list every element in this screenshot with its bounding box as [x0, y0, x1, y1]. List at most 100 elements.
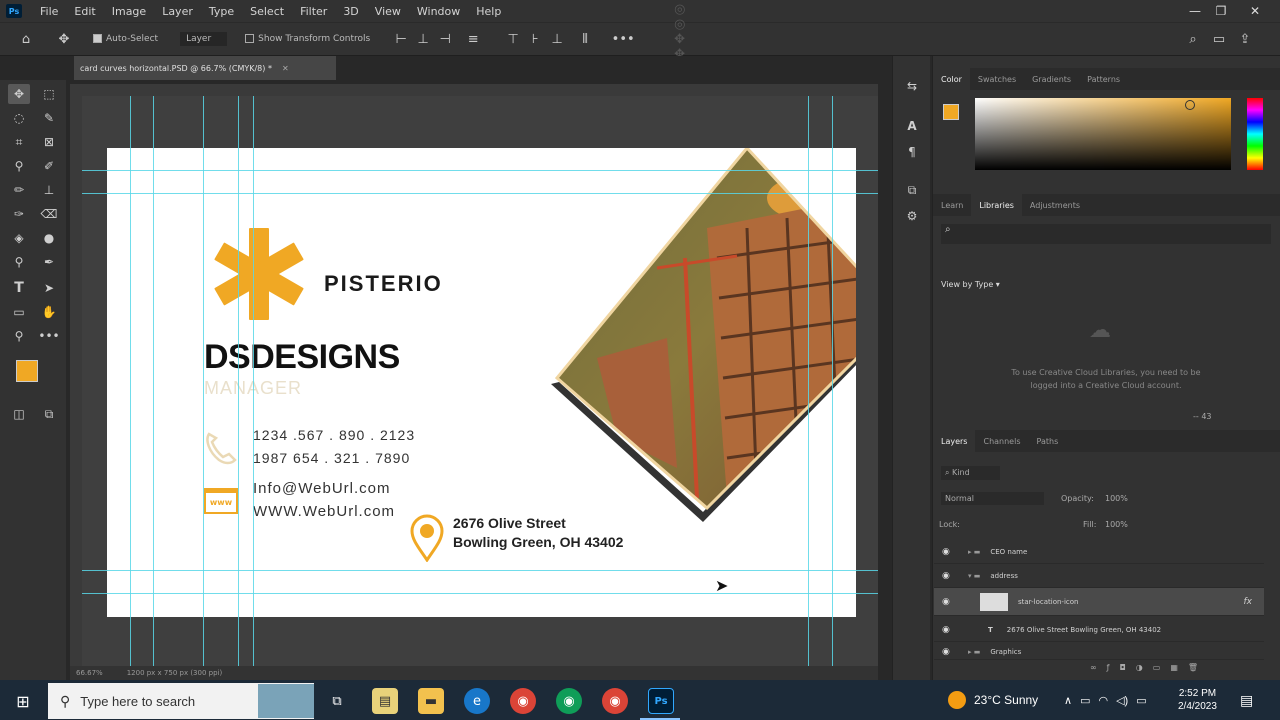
- menu-3d[interactable]: 3D: [335, 5, 366, 18]
- history-brush-icon[interactable]: ✑: [8, 204, 30, 224]
- history-panel-icon[interactable]: ⇆: [901, 76, 923, 96]
- document-tab[interactable]: card curves horizontal.PSD @ 66.7% (CMYK…: [74, 56, 336, 80]
- align-center-icon[interactable]: ⊥: [412, 28, 434, 50]
- library-search-input[interactable]: ⌕: [941, 224, 1271, 244]
- menu-layer[interactable]: Layer: [154, 5, 201, 18]
- close-tab-icon[interactable]: ✕: [282, 64, 289, 73]
- menu-edit[interactable]: Edit: [66, 5, 103, 18]
- home-icon[interactable]: ⌂: [15, 28, 37, 50]
- tab-swatches[interactable]: Swatches: [970, 68, 1024, 90]
- store-icon[interactable]: ▤: [372, 688, 398, 714]
- align-middle-icon[interactable]: ⊦: [524, 28, 546, 50]
- hand-tool-icon[interactable]: ✋: [38, 302, 60, 322]
- weather-widget[interactable]: 23°C Sunny: [948, 680, 1038, 720]
- more-tools-icon[interactable]: •••: [38, 326, 60, 346]
- layer-row[interactable]: ◉ ▾ ▬ address: [934, 564, 1264, 588]
- business-card-canvas[interactable]: PISTERIO DSDESIGNS MANAGER 1234 .567 . 8…: [107, 148, 856, 617]
- network-icon[interactable]: ▭: [1080, 694, 1090, 707]
- visibility-eye-icon[interactable]: ◉: [942, 597, 950, 607]
- photoshop-taskbar-icon[interactable]: Ps: [648, 688, 674, 714]
- quick-mask-icon[interactable]: ◫: [8, 404, 30, 424]
- align-bottom-icon[interactable]: ⊥: [546, 28, 568, 50]
- brush-tool-icon[interactable]: ✏: [8, 180, 30, 200]
- align-right-icon[interactable]: ⊣: [434, 28, 456, 50]
- windows-start-icon[interactable]: ⊞: [10, 688, 36, 714]
- menu-window[interactable]: Window: [409, 5, 468, 18]
- visibility-eye-icon[interactable]: ◉: [942, 547, 950, 557]
- align-top-icon[interactable]: ⊤: [502, 28, 524, 50]
- menu-type[interactable]: Type: [201, 5, 242, 18]
- restore-icon[interactable]: ❐: [1206, 0, 1236, 22]
- menu-view[interactable]: View: [367, 5, 409, 18]
- tab-gradients[interactable]: Gradients: [1024, 68, 1079, 90]
- align-left-icon[interactable]: ⊢: [390, 28, 412, 50]
- tab-adjustments[interactable]: Adjustments: [1022, 194, 1088, 216]
- wifi-icon[interactable]: ◠: [1098, 694, 1108, 707]
- path-select-icon[interactable]: ➤: [38, 278, 60, 298]
- adjust-panel-icon[interactable]: ⚙: [901, 206, 923, 226]
- lasso-tool-icon[interactable]: ◌: [8, 108, 30, 128]
- blur-tool-icon[interactable]: ●: [38, 228, 60, 248]
- chevron-up-icon[interactable]: ∧: [1064, 694, 1072, 707]
- chrome-alt-icon[interactable]: ◉: [602, 688, 628, 714]
- tab-paths[interactable]: Paths: [1029, 430, 1067, 452]
- menu-select[interactable]: Select: [242, 5, 292, 18]
- workspace-icon[interactable]: ▭: [1208, 28, 1230, 50]
- character-panel-icon[interactable]: A: [901, 116, 923, 136]
- layer-actions-icon[interactable]: ∞ƒ◘◑▭▦🗑: [1090, 663, 1208, 672]
- distribute-icon[interactable]: ≡: [462, 28, 484, 50]
- eraser-tool-icon[interactable]: ⌫: [38, 204, 60, 224]
- volume-icon[interactable]: ◁): [1116, 694, 1128, 707]
- close-icon[interactable]: ✕: [1240, 0, 1270, 22]
- show-transform-checkbox[interactable]: Show Transform Controls: [245, 34, 370, 44]
- fx-icon[interactable]: fx: [1244, 597, 1253, 607]
- fill-value[interactable]: 100%: [1105, 520, 1128, 529]
- stamp-tool-icon[interactable]: ⊥: [38, 180, 60, 200]
- zoom-tool-icon[interactable]: ⚲: [8, 326, 30, 346]
- tab-color[interactable]: Color: [933, 68, 970, 90]
- visibility-eye-icon[interactable]: ◉: [942, 571, 950, 581]
- chrome-icon[interactable]: ◉: [510, 688, 536, 714]
- crop-tool-icon[interactable]: ⌗: [8, 132, 30, 152]
- menu-file[interactable]: File: [32, 5, 66, 18]
- menu-help[interactable]: Help: [468, 5, 509, 18]
- layer-row[interactable]: ◉ T 2676 Olive Street Bowling Green, OH …: [934, 618, 1264, 642]
- visibility-eye-icon[interactable]: ◉: [942, 647, 950, 657]
- properties-panel-icon[interactable]: ⧉: [901, 180, 923, 200]
- frame-tool-icon[interactable]: ⊠: [38, 132, 60, 152]
- blend-mode-dropdown[interactable]: Normal: [941, 492, 1044, 505]
- file-explorer-icon[interactable]: ▬: [418, 688, 444, 714]
- move-tool-icon[interactable]: ✥: [8, 84, 30, 104]
- tab-libraries[interactable]: Libraries: [971, 194, 1022, 216]
- chrome-profile-icon[interactable]: ◉: [556, 688, 582, 714]
- artboard-tool-icon[interactable]: ⬚: [38, 84, 60, 104]
- layer-kind-filter[interactable]: ⌕ Kind: [941, 466, 1000, 480]
- distribute-vertical-icon[interactable]: ⦀: [574, 28, 596, 50]
- bucket-tool-icon[interactable]: ◈: [8, 228, 30, 248]
- task-view-icon[interactable]: ⧉: [324, 688, 350, 714]
- zoom-level[interactable]: 66.67%: [76, 669, 103, 677]
- auto-select-target-dropdown[interactable]: Layer: [180, 32, 228, 46]
- paragraph-panel-icon[interactable]: ¶: [901, 142, 923, 162]
- move-tool-icon[interactable]: ✥: [53, 28, 75, 50]
- search-icon[interactable]: ⌕: [1182, 28, 1204, 50]
- system-tray[interactable]: ∧ ▭ ◠ ◁) ▭: [1064, 680, 1147, 720]
- edge-icon[interactable]: e: [464, 688, 490, 714]
- tab-learn[interactable]: Learn: [933, 194, 971, 216]
- dodge-tool-icon[interactable]: ⚲: [8, 252, 30, 272]
- hue-slider[interactable]: [1247, 98, 1263, 170]
- opacity-value[interactable]: 100%: [1105, 494, 1128, 503]
- screen-mode-icon[interactable]: ⧉: [38, 404, 60, 424]
- auto-select-checkbox[interactable]: Auto-Select: [93, 34, 158, 44]
- shape-tool-icon[interactable]: ▭: [8, 302, 30, 322]
- more-options-icon[interactable]: •••: [612, 28, 635, 50]
- view-by-dropdown[interactable]: View by Type ▾: [941, 280, 1000, 289]
- eyedropper-tool-icon[interactable]: ⚲: [8, 156, 30, 176]
- battery-icon[interactable]: ▭: [1136, 694, 1146, 707]
- tab-channels[interactable]: Channels: [975, 430, 1028, 452]
- tab-patterns[interactable]: Patterns: [1079, 68, 1128, 90]
- foreground-swatch[interactable]: [943, 104, 959, 120]
- type-tool-icon[interactable]: T: [8, 278, 30, 298]
- pen-tool-icon[interactable]: ✒: [38, 252, 60, 272]
- foreground-color-swatch[interactable]: [16, 360, 38, 382]
